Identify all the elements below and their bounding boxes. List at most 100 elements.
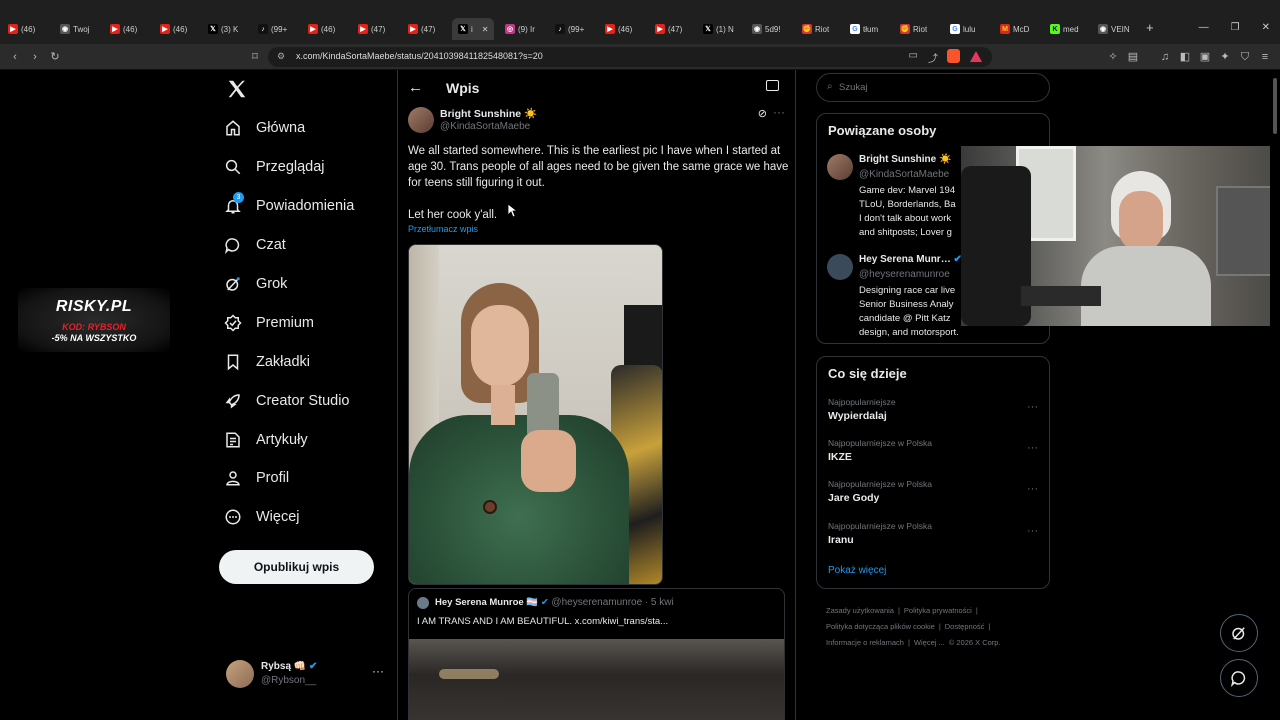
author-handle[interactable]: @KindaSortaMaebe <box>440 121 530 132</box>
browser-tab[interactable]: Kmed <box>1050 22 1079 36</box>
footer-link[interactable]: Więcej ... <box>914 638 945 647</box>
footer-link[interactable]: Polityka dotycząca plików cookie <box>826 622 935 631</box>
scrollbar-thumb[interactable] <box>1273 78 1277 134</box>
browser-tab[interactable]: ◎ (9) Ir <box>505 22 535 36</box>
new-tab-button[interactable]: + <box>1146 20 1154 35</box>
browser-tab[interactable]: Glulu <box>950 22 975 36</box>
trend-more-icon[interactable]: ··· <box>1027 401 1038 413</box>
browser-tab[interactable]: ♪ (99+ <box>555 22 584 36</box>
page-scrollbar[interactable] <box>1270 70 1280 720</box>
trend-item[interactable]: Najpopularniejsze w Polska Jare Gody ··· <box>828 479 1038 504</box>
account-more-icon[interactable]: ··· <box>372 664 384 678</box>
bookmark-page-icon[interactable]: ⌑ <box>248 50 262 64</box>
address-bar[interactable]: ⚙ x.com/KindaSortaMaebe/status/204103984… <box>268 47 992 67</box>
browser-tab[interactable]: ▶ (47) <box>358 22 385 36</box>
nav-item-premium[interactable]: Premium <box>224 308 314 338</box>
browser-tab[interactable]: ✊ Riot <box>900 22 927 36</box>
nav-item-articles[interactable]: Artykuły <box>224 425 308 455</box>
close-window-icon[interactable]: ✕ <box>1262 22 1270 33</box>
nav-item-notifications[interactable]: 3 Powiadomienia <box>224 191 354 221</box>
x-logo-icon[interactable] <box>226 78 248 100</box>
nav-item-more[interactable]: Więcej <box>224 502 300 532</box>
trend-more-icon[interactable]: ··· <box>1027 483 1038 495</box>
related-name[interactable]: Bright Sunshine ☀️ <box>859 154 951 165</box>
browser-tab[interactable]: ▶ (46) <box>110 22 137 36</box>
trend-more-icon[interactable]: ··· <box>1027 442 1038 454</box>
close-tab-icon[interactable]: ✕ <box>482 25 489 34</box>
trend-more-icon[interactable]: ··· <box>1027 525 1038 537</box>
browser-tab[interactable]: ▶ (47) <box>655 22 682 36</box>
menu-icon[interactable]: ≡ <box>1258 50 1272 64</box>
browser-tab[interactable]: ✊ Riot <box>802 22 829 36</box>
brave-rewards-icon[interactable] <box>970 51 982 62</box>
related-handle[interactable]: @heyserenamunroe <box>859 269 950 280</box>
trend-item[interactable]: Najpopularniejsze w Polska Iranu ··· <box>828 521 1038 546</box>
nav-item-chat[interactable]: Czat <box>224 230 286 260</box>
footer-link[interactable]: Zasady użytkowania <box>826 606 894 615</box>
footer-link[interactable]: Dostępność <box>945 622 985 631</box>
related-handle[interactable]: @KindaSortaMaebe <box>859 169 949 180</box>
show-more-link[interactable]: Pokaż więcej <box>828 565 886 576</box>
browser-tab[interactable]: ♪ (99+ <box>258 22 287 36</box>
author-avatar[interactable] <box>408 107 434 133</box>
browser-tab[interactable]: 𝕏 (3) K <box>208 22 238 36</box>
minimize-icon[interactable]: — <box>1199 22 1209 33</box>
trend-item[interactable]: Najpopularniejsze w Polska IKZE ··· <box>828 438 1038 463</box>
vpn-icon[interactable]: ⛉ <box>1238 50 1252 64</box>
quoted-post[interactable]: Hey Serena Munroe 🏳️‍⚧️ ✔ @heyserenamunr… <box>408 588 785 720</box>
back-icon[interactable]: ‹ <box>8 50 22 64</box>
browser-tab[interactable]: M McD <box>1000 22 1029 36</box>
browser-tab[interactable]: ▶ (46) <box>308 22 335 36</box>
nav-item-home[interactable]: Główna <box>224 113 305 143</box>
grok-explain-icon[interactable]: ⊘ <box>758 107 767 120</box>
browser-tab[interactable]: ◉ 5d9! <box>752 22 781 36</box>
footer-link[interactable]: © 2026 X Corp. <box>949 638 1001 647</box>
back-arrow-icon[interactable]: ← <box>408 79 423 96</box>
nav-item-explore[interactable]: Przeglądaj <box>224 152 325 182</box>
browser-tab[interactable]: 𝕏 (1) N <box>703 22 734 36</box>
browser-tab[interactable]: ▶ (46) <box>8 22 35 36</box>
trend-item[interactable]: Najpopularniejsze Wypierdalaj ··· <box>828 397 1038 422</box>
account-switcher[interactable]: Rybsą 👊🏻 ✔ @Rybson__ ··· <box>226 658 390 692</box>
site-info-icon[interactable]: ⚙ <box>277 51 285 62</box>
translate-link[interactable]: Przetłumacz wpis <box>408 224 478 234</box>
post-more-icon[interactable]: ··· <box>773 105 785 119</box>
author-name[interactable]: Bright Sunshine ☀️ <box>440 107 537 120</box>
nav-item-bookmarks[interactable]: Zakładki <box>224 347 310 377</box>
forward-icon[interactable]: › <box>28 50 42 64</box>
search-box[interactable]: ⌕ <box>816 73 1050 102</box>
tab-search-icon[interactable]: ▤ <box>1126 50 1140 64</box>
quote-image[interactable] <box>409 639 784 720</box>
browser-tab[interactable]: 𝕏i ✕ <box>452 18 495 40</box>
browser-tab[interactable]: ◉ Twoj <box>60 22 89 36</box>
post-image[interactable] <box>408 244 663 585</box>
sidebar-icon[interactable]: ◧ <box>1178 50 1192 64</box>
install-icon[interactable]: ▭ <box>909 50 918 61</box>
leo-ai-icon[interactable]: ✦ <box>1218 50 1232 64</box>
maximize-icon[interactable]: ❐ <box>1231 22 1240 33</box>
reload-icon[interactable]: ↻ <box>48 50 62 64</box>
search-input[interactable] <box>839 80 1039 95</box>
reader-view-icon[interactable] <box>766 80 779 91</box>
browser-tab[interactable]: ◉ VEIN <box>1098 22 1130 36</box>
browser-tab[interactable]: Gtłum <box>850 22 878 36</box>
brave-shield-icon[interactable] <box>947 49 960 63</box>
browser-tab[interactable]: ▶ (46) <box>605 22 632 36</box>
related-name[interactable]: Hey Serena Munr… ✔ <box>859 254 962 265</box>
nav-item-grok[interactable]: Grok <box>224 269 287 299</box>
nav-item-creator-studio[interactable]: Creator Studio <box>224 386 350 416</box>
browser-tab[interactable]: ▶ (47) <box>408 22 435 36</box>
related-avatar[interactable] <box>827 254 853 280</box>
footer-link[interactable]: Informacje o reklamach <box>826 638 904 647</box>
publish-button[interactable]: Opublikuj wpis <box>219 550 374 584</box>
messages-fab[interactable] <box>1220 659 1258 697</box>
grok-fab[interactable] <box>1220 614 1258 652</box>
wallet-icon[interactable]: ▣ <box>1198 50 1212 64</box>
browser-tab[interactable]: ▶ (46) <box>160 22 187 36</box>
extensions-icon[interactable]: ✧ <box>1106 50 1120 64</box>
related-avatar[interactable] <box>827 154 853 180</box>
share-icon[interactable]: ⤴ <box>928 50 938 65</box>
footer-link[interactable]: Polityka prywatności <box>904 606 972 615</box>
media-icon[interactable]: ♫ <box>1158 50 1172 64</box>
nav-item-profile[interactable]: Profil <box>224 463 289 493</box>
